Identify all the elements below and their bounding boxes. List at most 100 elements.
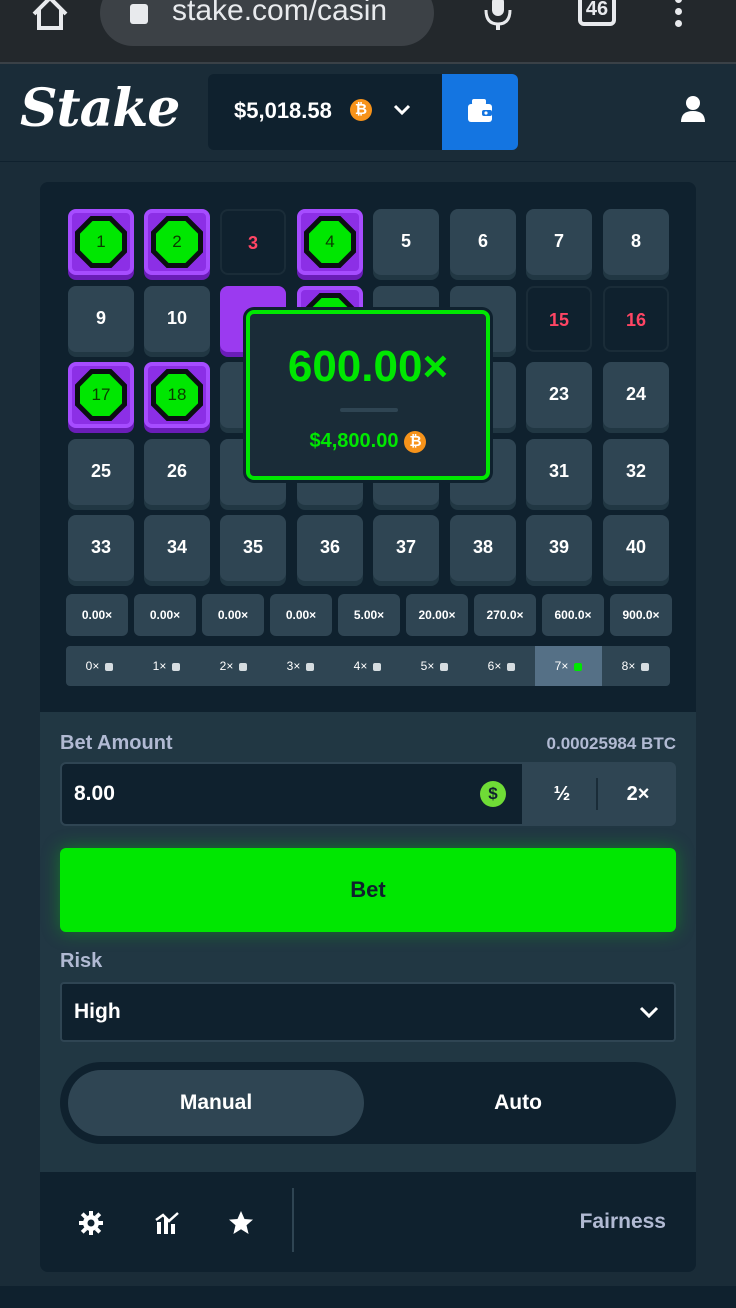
win-amount-value: $4,800.00 [309,430,399,452]
keno-tile[interactable]: 23 [526,362,592,428]
keno-tile[interactable]: 31 [526,439,592,505]
hit-count-chip: 0× [66,646,133,686]
hits-table: 0× 1× 2× 3× 4× 5× 6× 7× 8× [66,646,670,686]
home-icon[interactable] [28,0,72,30]
keno-tile[interactable]: 39 [526,515,592,581]
bet-button[interactable]: Bet [60,848,676,932]
bet-amount-label: Bet Amount [60,732,173,754]
keno-tile[interactable]: 37 [373,515,439,581]
wallet-icon [468,99,492,122]
user-icon[interactable] [678,94,708,124]
keno-tile[interactable]: 36 [297,515,363,581]
hit-count-label: 7× [554,659,569,673]
fairness-link[interactable]: Fairness [580,1210,666,1234]
keno-tile[interactable]: 15 [526,286,592,352]
hit-count-label: 3× [286,659,301,673]
half-bet-button[interactable]: ½ [524,762,600,826]
mode-toggle: Manual Auto [60,1062,676,1144]
hit-count-label: 8× [621,659,636,673]
star-icon[interactable] [228,1210,254,1236]
browser-toolbar: stake.com/casin 46 [0,0,736,64]
bet-controls: Bet Amount 0.00025984 BTC 8.00 $ ½ 2× Be… [40,712,696,1172]
gem-marker-icon [306,662,315,671]
keno-tile[interactable]: 34 [144,515,210,581]
hit-count-chip: 3× [267,646,334,686]
settings-icon[interactable] [78,1210,104,1236]
tab-switcher-button[interactable]: 46 [578,0,616,26]
bet-btc-value: 0.00025984 BTC [546,734,676,753]
hit-count-chip: 7× [535,646,602,686]
keno-tile[interactable]: 3 [220,209,286,275]
dollar-icon: $ [480,781,506,807]
keno-tile[interactable]: 26 [144,439,210,505]
hit-count-label: 6× [487,659,502,673]
auto-mode-tab[interactable]: Auto [368,1070,668,1136]
hit-count-chip: 2× [200,646,267,686]
divider [596,778,598,810]
wallet-button[interactable] [442,74,518,150]
keno-tile[interactable]: 38 [450,515,516,581]
app-header: Stake $5,018.58 ₿ [0,64,736,162]
hit-count-chip: 5× [401,646,468,686]
keno-tile[interactable]: 40 [603,515,669,581]
url-bar[interactable]: stake.com/casin [100,0,434,46]
win-multiplier: 600.00× [287,342,449,391]
hit-count-label: 5× [420,659,435,673]
keno-tile[interactable]: 7 [526,209,592,275]
browser-menu-icon[interactable] [670,0,686,27]
gem-marker-icon [172,662,181,671]
keno-tile[interactable]: 6 [450,209,516,275]
keno-tile[interactable]: 1 [68,209,134,275]
payout-multiplier: 0.00× [66,594,128,636]
balance-selector[interactable]: $5,018.58 ₿ [208,74,444,150]
payout-multiplier: 0.00× [270,594,332,636]
gem-marker-icon [507,662,516,671]
gem-marker-icon [373,662,382,671]
page-bottom [0,1286,736,1308]
keno-tile[interactable]: 16 [603,286,669,352]
keno-tile[interactable]: 17 [68,362,134,428]
keno-tile[interactable]: 35 [220,515,286,581]
win-amount: $4,800.00 ₿ [250,430,486,453]
hit-count-chip: 4× [334,646,401,686]
microphone-icon[interactable] [480,0,516,30]
gem-marker-icon [440,662,449,671]
manual-mode-tab[interactable]: Manual [68,1070,364,1136]
risk-value: High [74,1000,121,1023]
divider [292,1188,294,1252]
payout-multiplier: 20.00× [406,594,468,636]
gem-marker-icon [239,662,248,671]
keno-tile[interactable]: 32 [603,439,669,505]
gem-marker-icon [105,662,114,671]
keno-tile[interactable]: 18 [144,362,210,428]
chevron-down-icon [393,104,411,116]
balance-amount: $5,018.58 [234,98,332,123]
hit-count-label: 0× [85,659,100,673]
keno-tile[interactable]: 4 [297,209,363,275]
risk-select[interactable]: High [60,982,676,1042]
hit-count-label: 1× [152,659,167,673]
keno-tile[interactable]: 25 [68,439,134,505]
bet-amount-input[interactable]: 8.00 [62,764,522,824]
keno-tile[interactable]: 5 [373,209,439,275]
stats-icon[interactable] [154,1210,180,1236]
win-popup: 600.00× $4,800.00 ₿ [246,310,490,480]
keno-tile[interactable]: 24 [603,362,669,428]
gem-marker-icon [641,662,650,671]
keno-tile[interactable]: 33 [68,515,134,581]
gem-marker-icon [574,662,583,671]
payout-multiplier: 600.0× [542,594,604,636]
payout-table: 0.00× 0.00× 0.00× 0.00× 5.00× 20.00× 270.0× 600… [66,594,672,636]
keno-tile[interactable]: 8 [603,209,669,275]
payout-multiplier: 0.00× [134,594,196,636]
hit-count-chip: 8× [602,646,669,686]
stake-logo[interactable]: Stake [20,78,180,139]
bet-amount-field: 8.00 $ ½ 2× [60,762,676,826]
hit-count-chip: 1× [133,646,200,686]
keno-tile[interactable]: 10 [144,286,210,352]
keno-tile[interactable]: 9 [68,286,134,352]
keno-tile[interactable]: 2 [144,209,210,275]
double-bet-button[interactable]: 2× [600,762,676,826]
site-info-icon[interactable] [130,4,148,24]
hit-count-label: 4× [353,659,368,673]
